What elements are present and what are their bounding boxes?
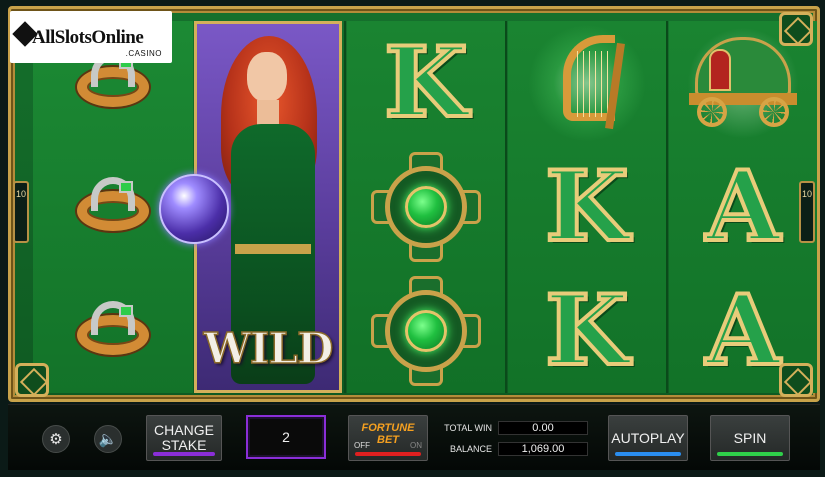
- celtic-knot-corner-icon: [779, 12, 813, 46]
- slot-reels-frame: 10 10 WILD K K K A A: [8, 6, 820, 402]
- spin-label: SPIN: [733, 429, 767, 446]
- stake-value-display: 2: [246, 415, 326, 459]
- change-stake-label-2: STAKE: [161, 437, 207, 453]
- brand-name: AllSlotsOnline: [32, 27, 144, 48]
- letter-a: A: [704, 150, 783, 263]
- ring-horseshoe-icon: [75, 177, 151, 237]
- symbol-ring: [33, 269, 193, 393]
- reel-4: K K: [508, 21, 666, 393]
- reel-divider: [666, 21, 668, 393]
- balance-value: 1,069.00: [498, 442, 588, 456]
- fortune-teller-belt: [235, 244, 311, 254]
- fortune-bet-toggle[interactable]: FORTUNE BET OFF ON: [348, 415, 428, 461]
- reel-5: A A: [669, 21, 817, 393]
- letter-a: A: [704, 274, 783, 387]
- balance-label: BALANCE: [449, 444, 492, 454]
- symbol-k: K: [347, 21, 505, 145]
- crystal-ball-icon: [159, 174, 229, 244]
- letter-k: K: [543, 274, 630, 387]
- celtic-knot-corner-icon: [779, 363, 813, 397]
- celtic-brooch-icon: [371, 152, 481, 262]
- symbol-k: K: [508, 145, 666, 269]
- wild-symbol-expanded: WILD: [159, 21, 342, 393]
- symbol-a: A: [669, 145, 817, 269]
- control-bar: ⚙ 🔈 CHANGE STAKE 2 FORTUNE BET OFF ON TO…: [8, 404, 820, 470]
- payline-count-right: 10: [801, 189, 812, 199]
- stake-accent-bar: [153, 452, 215, 456]
- brand-suffix: .CASINO: [125, 49, 162, 58]
- change-stake-label-1: CHANGE: [154, 422, 214, 438]
- sound-button[interactable]: 🔈: [94, 425, 122, 453]
- letter-k: K: [382, 26, 469, 139]
- symbol-brooch: [347, 269, 505, 393]
- autoplay-button[interactable]: AUTOPLAY: [608, 415, 688, 461]
- symbol-brooch: [347, 145, 505, 269]
- spin-button[interactable]: SPIN: [710, 415, 790, 461]
- celtic-knot-corner-icon: [15, 363, 49, 397]
- letter-k: K: [543, 150, 630, 263]
- total-win-label: TOTAL WIN: [444, 423, 492, 433]
- reel-3: K: [347, 21, 505, 393]
- spin-accent-bar: [717, 452, 783, 456]
- fortune-off-label: OFF: [354, 441, 370, 450]
- autoplay-accent-bar: [615, 452, 681, 456]
- fortune-bet-label-1: FORTUNE: [361, 422, 415, 434]
- reel-divider: [505, 21, 507, 393]
- settings-button[interactable]: ⚙: [42, 425, 70, 453]
- wild-label: WILD: [203, 323, 334, 374]
- reel-divider: [344, 21, 346, 393]
- total-win-value: 0.00: [498, 421, 588, 435]
- fortune-teller-face: [247, 52, 287, 102]
- fortune-teller-neck: [257, 100, 279, 126]
- brand-logo: AllSlotsOnline .CASINO: [10, 11, 172, 63]
- symbol-harp: [508, 21, 666, 145]
- gear-icon: ⚙: [49, 431, 63, 448]
- celtic-brooch-icon: [371, 276, 481, 386]
- speaker-icon: 🔈: [98, 431, 118, 448]
- payline-indicator-left: 10: [13, 181, 29, 243]
- change-stake-button[interactable]: CHANGE STAKE: [146, 415, 222, 461]
- fortune-on-label: ON: [410, 441, 422, 450]
- harp-icon: [527, 25, 647, 141]
- ring-horseshoe-icon: [75, 301, 151, 361]
- payline-count-left: 10: [15, 189, 26, 199]
- symbol-k: K: [508, 269, 666, 393]
- fortune-accent-bar: [355, 452, 421, 456]
- reel-2: WILD: [159, 21, 342, 393]
- autoplay-label: AUTOPLAY: [611, 429, 685, 446]
- payline-indicator-right: 10: [799, 181, 815, 243]
